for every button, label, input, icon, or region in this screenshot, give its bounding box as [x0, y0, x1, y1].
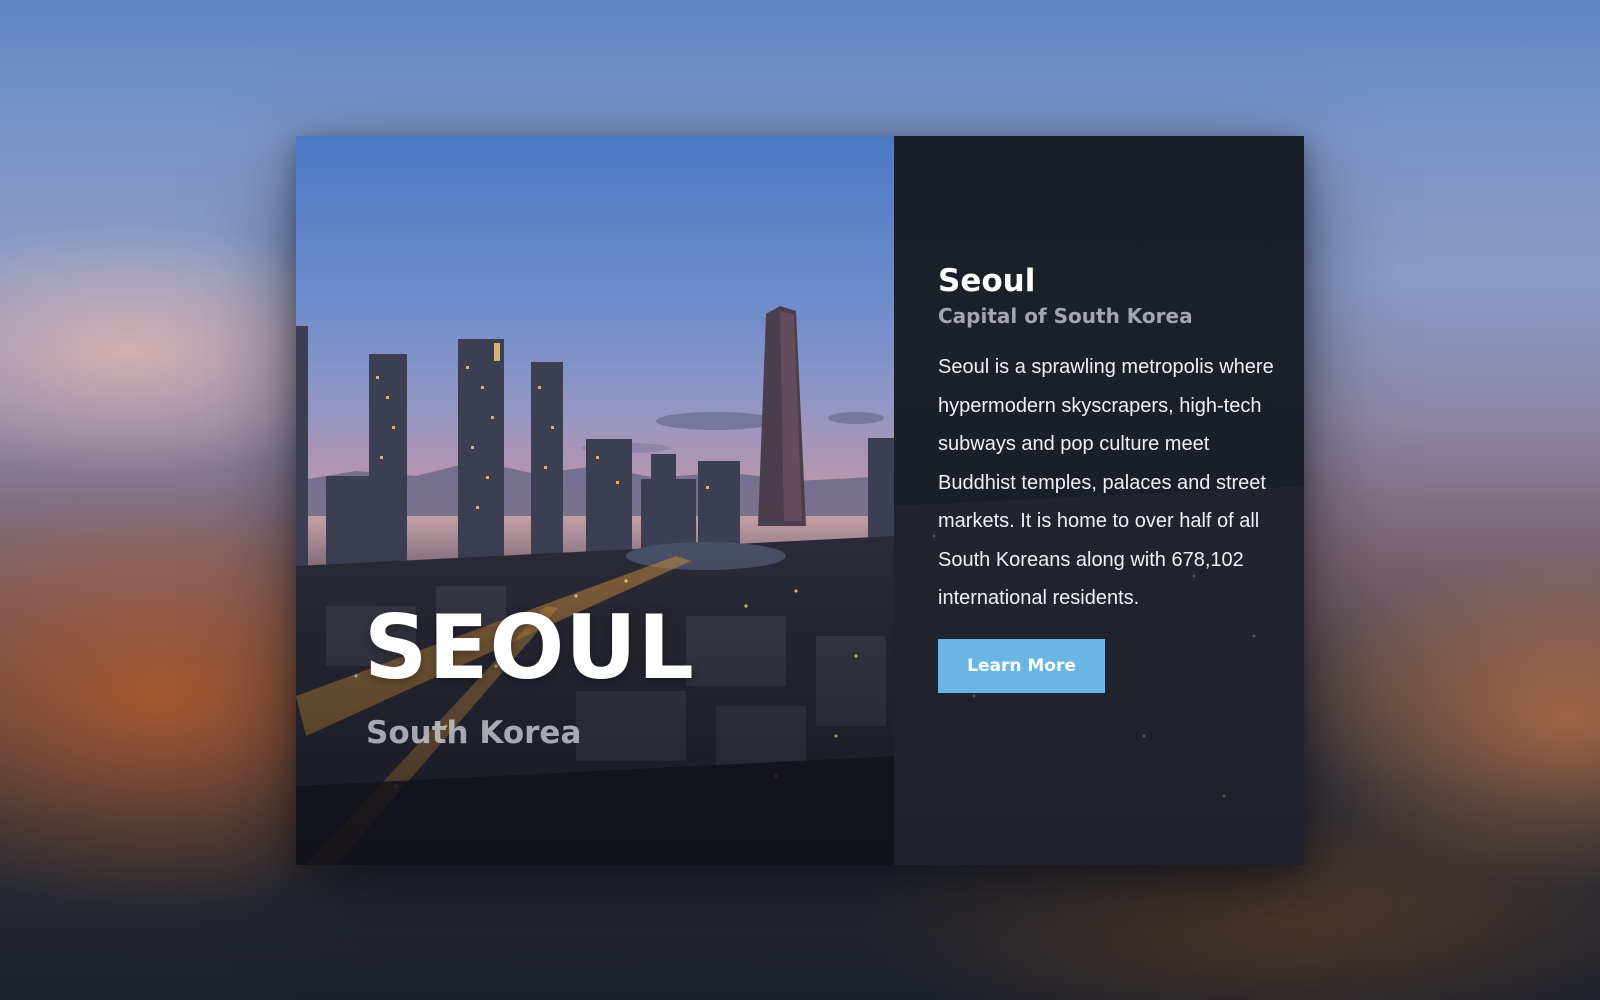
city-card: SEOUL South Korea Seoul Capital of South…: [296, 136, 1304, 865]
info-subtitle: Capital of South Korea: [938, 304, 1193, 329]
learn-more-button[interactable]: Learn More: [938, 638, 1105, 693]
hero-subtitle: South Korea: [366, 715, 582, 751]
city-photo: SEOUL South Korea: [296, 136, 894, 865]
info-panel: Seoul Capital of South Korea Seoul is a …: [894, 136, 1304, 865]
info-description: Seoul is a sprawling metropolis where hy…: [938, 356, 1274, 610]
photo-shade: [296, 136, 894, 865]
hero-title: SEOUL: [364, 596, 695, 699]
info-title: Seoul: [938, 263, 1036, 299]
